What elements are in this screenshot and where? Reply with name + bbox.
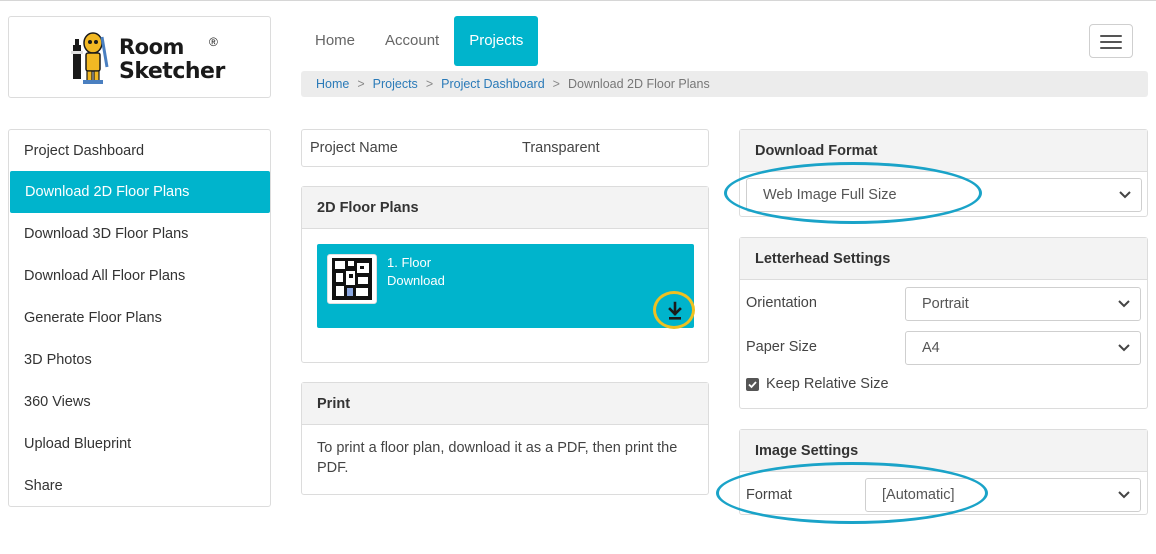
print-instructions: To print a floor plan, download it as a …: [317, 440, 678, 476]
sidebar-item-upload-blueprint[interactable]: Upload Blueprint: [9, 423, 270, 465]
sidebar: Project Dashboard Download 2D Floor Plan…: [8, 129, 271, 507]
hamburger-icon-bar: [1100, 47, 1122, 49]
paper-size-select[interactable]: A4: [905, 331, 1141, 365]
project-name-label: Project Name: [310, 140, 398, 156]
checkmark-icon: [748, 381, 757, 389]
logo-box[interactable]: Room Sketcher ®: [8, 16, 271, 98]
project-name-value: Transparent: [522, 140, 600, 156]
sidebar-item-generate[interactable]: Generate Floor Plans: [9, 297, 270, 339]
chevron-down-icon: [1119, 191, 1131, 199]
image-format-value: [Automatic]: [882, 487, 955, 503]
letterhead-settings-panel: Letterhead Settings Orientation Portrait…: [739, 237, 1148, 409]
keep-relative-size-checkbox[interactable]: [746, 378, 759, 391]
download-format-value: Web Image Full Size: [763, 187, 897, 203]
sidebar-item-project-dashboard[interactable]: Project Dashboard: [9, 130, 270, 171]
chevron-down-icon: [1118, 344, 1130, 352]
breadcrumb-projects[interactable]: Projects: [373, 77, 418, 91]
orientation-label: Orientation: [746, 295, 817, 311]
floor-plan-card[interactable]: 1. Floor Download: [317, 244, 694, 328]
print-panel: Print To print a floor plan, download it…: [301, 382, 709, 495]
paper-size-label: Paper Size: [746, 339, 817, 355]
breadcrumb-separator: >: [357, 77, 365, 91]
keep-relative-size-label[interactable]: Keep Relative Size: [766, 376, 889, 392]
image-settings-panel: Image Settings Format [Automatic]: [739, 429, 1148, 515]
floor-plan-name: 1. Floor: [387, 255, 432, 270]
floor-plans-title: 2D Floor Plans: [302, 187, 708, 229]
breadcrumb-current: Download 2D Floor Plans: [567, 77, 710, 91]
top-border: [0, 0, 1156, 1]
image-format-select[interactable]: [Automatic]: [865, 478, 1141, 512]
hamburger-menu-button[interactable]: [1089, 24, 1133, 58]
floor-plan-thumbnail-image: [332, 258, 372, 300]
breadcrumb-project-dashboard[interactable]: Project Dashboard: [441, 77, 545, 91]
nav-account[interactable]: Account: [370, 16, 454, 66]
logo-mascot-icon: [71, 32, 109, 84]
orientation-select[interactable]: Portrait: [905, 287, 1141, 321]
breadcrumb-separator: >: [552, 77, 560, 91]
sidebar-item-download-2d[interactable]: Download 2D Floor Plans: [10, 171, 270, 213]
breadcrumb-separator: >: [425, 77, 434, 91]
image-settings-title: Image Settings: [740, 430, 1147, 472]
floor-plans-panel: 2D Floor Plans 1. Floor Download: [301, 186, 709, 363]
floor-plan-thumbnail: [327, 254, 377, 304]
hamburger-icon-bar: [1100, 41, 1122, 43]
nav-home[interactable]: Home: [300, 16, 370, 66]
letterhead-settings-title: Letterhead Settings: [740, 238, 1147, 280]
download-format-title: Download Format: [740, 130, 1147, 172]
sidebar-item-share[interactable]: Share: [9, 465, 270, 507]
breadcrumb-home[interactable]: Home: [316, 77, 349, 91]
chevron-down-icon: [1118, 491, 1130, 499]
registered-mark: ®: [209, 35, 218, 49]
download-format-panel: Download Format Web Image Full Size: [739, 129, 1148, 217]
breadcrumb: Home > Projects > Project Dashboard > Do…: [301, 71, 1148, 97]
format-label: Format: [746, 487, 792, 503]
sidebar-item-360-views[interactable]: 360 Views: [9, 381, 270, 423]
download-format-select[interactable]: Web Image Full Size: [746, 178, 1142, 212]
nav-projects[interactable]: Projects: [454, 16, 539, 66]
sidebar-item-download-3d[interactable]: Download 3D Floor Plans: [9, 213, 270, 255]
logo-word-room: Room: [119, 35, 184, 59]
top-navigation: Home Account Projects: [300, 16, 539, 66]
logo-word-sketcher: Sketcher: [119, 59, 225, 84]
sidebar-item-download-all[interactable]: Download All Floor Plans: [9, 255, 270, 297]
print-title: Print: [302, 383, 708, 425]
project-name-row: Project Name Transparent: [301, 129, 709, 167]
chevron-down-icon: [1118, 300, 1130, 308]
download-icon[interactable]: [657, 294, 693, 330]
paper-size-value: A4: [922, 340, 940, 356]
orientation-value: Portrait: [922, 296, 969, 312]
hamburger-icon: [1100, 35, 1122, 37]
floor-plan-download-link[interactable]: Download: [387, 273, 445, 288]
roomsketcher-logo: Room Sketcher ®: [69, 31, 229, 87]
sidebar-item-3d-photos[interactable]: 3D Photos: [9, 339, 270, 381]
